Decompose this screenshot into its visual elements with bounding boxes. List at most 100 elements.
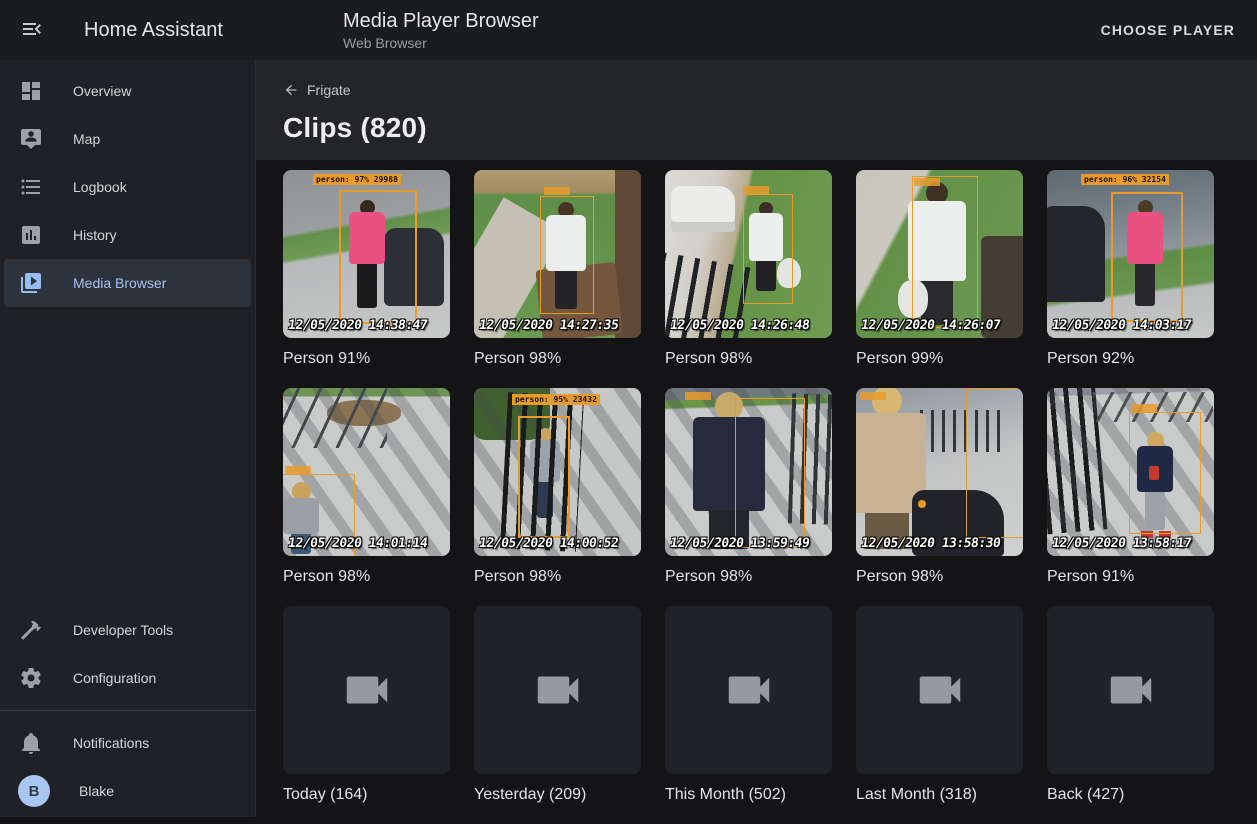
breadcrumb-label: Frigate — [307, 82, 351, 98]
clip-thumbnail[interactable]: 12/05/2020 14:01:14 — [283, 388, 450, 556]
clip-label: Person 98% — [474, 349, 641, 368]
clip-label: Person 91% — [1047, 567, 1214, 586]
detection-box — [339, 190, 417, 324]
clip-thumbnail[interactable]: 12/05/2020 14:27:35 — [474, 170, 641, 338]
sidebar-item-developer-tools[interactable]: Developer Tools — [4, 606, 251, 654]
dashboard-icon — [19, 79, 43, 103]
folder-card-yesterday[interactable]: Yesterday (209) — [474, 606, 641, 824]
page-title-block: Media Player Browser Web Browser — [343, 9, 539, 52]
clip-timestamp: 12/05/2020 14:01:14 — [287, 536, 428, 551]
clip-timestamp: 12/05/2020 13:58:17 — [1051, 536, 1192, 551]
clip-label: Person 98% — [283, 567, 450, 586]
detection-tag: person: 95% 23432 — [512, 394, 600, 405]
sidebar-spacer — [0, 307, 255, 606]
video-camera-icon — [340, 663, 394, 717]
detection-tag — [1131, 404, 1157, 412]
sidebar-item-label: Notifications — [73, 735, 149, 751]
menu-toggle-button[interactable] — [8, 6, 56, 54]
folder-card-today[interactable]: Today (164) — [283, 606, 450, 824]
sidebar-item-label: Logbook — [73, 179, 127, 195]
folder-thumbnail[interactable] — [283, 606, 450, 774]
clip-timestamp: 12/05/2020 14:00:52 — [478, 536, 619, 551]
clip-timestamp: 12/05/2020 13:59:49 — [669, 536, 810, 551]
sidebar-item-label: Developer Tools — [73, 622, 173, 638]
detection-box — [1129, 412, 1201, 534]
clip-label: Person 92% — [1047, 349, 1214, 368]
scene-prop — [671, 186, 735, 232]
detection-tag: person: 97% 29988 — [313, 174, 401, 185]
sidebar-item-label: Overview — [73, 83, 131, 99]
folder-label: This Month (502) — [665, 785, 832, 804]
clip-card[interactable]: 12/05/2020 14:26:07 Person 99% — [856, 170, 1023, 388]
detection-box — [966, 388, 1023, 538]
video-camera-icon — [913, 663, 967, 717]
clip-label: Person 99% — [856, 349, 1023, 368]
folder-label: Yesterday (209) — [474, 785, 641, 804]
sidebar-item-logbook[interactable]: Logbook — [4, 163, 251, 211]
folder-card-back[interactable]: Back (427) — [1047, 606, 1214, 824]
folder-thumbnail[interactable] — [665, 606, 832, 774]
clip-thumbnail[interactable]: person: 97% 29988 12/05/2020 14:38:47 — [283, 170, 450, 338]
choose-player-button[interactable]: CHOOSE PLAYER — [1093, 14, 1243, 46]
clip-card[interactable]: person: 97% 29988 12/05/2020 14:38:47 Pe… — [283, 170, 450, 388]
detection-box — [735, 398, 805, 548]
sidebar-item-configuration[interactable]: Configuration — [4, 654, 251, 702]
folder-label: Last Month (318) — [856, 785, 1023, 804]
clip-timestamp: 12/05/2020 14:26:07 — [860, 318, 1001, 333]
clip-card[interactable]: 12/05/2020 14:27:35 Person 98% — [474, 170, 641, 388]
clip-timestamp: 12/05/2020 14:03:17 — [1051, 318, 1192, 333]
clip-timestamp: 12/05/2020 14:26:48 — [669, 318, 810, 333]
video-camera-icon — [1104, 663, 1158, 717]
sidebar-item-map[interactable]: Map — [4, 115, 251, 163]
clip-card[interactable]: person: 96% 32154 12/05/2020 14:03:17 Pe… — [1047, 170, 1214, 388]
folder-thumbnail[interactable] — [856, 606, 1023, 774]
detection-box — [540, 196, 594, 314]
clip-card[interactable]: 12/05/2020 13:58:17 Person 91% — [1047, 388, 1214, 606]
detection-tag — [285, 466, 311, 474]
detection-box — [518, 416, 570, 538]
folder-card-last-month[interactable]: Last Month (318) — [856, 606, 1023, 824]
clip-label: Person 98% — [665, 567, 832, 586]
folder-thumbnail[interactable] — [474, 606, 641, 774]
sidebar-item-media-browser[interactable]: Media Browser — [4, 259, 251, 307]
detection-tag — [685, 392, 711, 400]
sidebar-item-profile[interactable]: B Blake — [4, 767, 251, 815]
breadcrumb-back[interactable]: Frigate — [283, 82, 351, 98]
clip-thumbnail[interactable]: 12/05/2020 13:59:49 — [665, 388, 832, 556]
sidebar-item-notifications[interactable]: Notifications — [4, 719, 251, 767]
sidebar-item-overview[interactable]: Overview — [4, 67, 251, 115]
page-title: Clips (820) — [283, 112, 1230, 144]
detection-box — [912, 176, 978, 328]
clip-card[interactable]: 12/05/2020 14:01:14 Person 98% — [283, 388, 450, 606]
clip-thumbnail[interactable]: 12/05/2020 13:58:30 — [856, 388, 1023, 556]
play-box-multiple-icon — [19, 271, 43, 295]
clip-thumbnail[interactable]: person: 95% 23432 12/05/2020 14:00:52 — [474, 388, 641, 556]
clip-card[interactable]: 12/05/2020 14:26:48 Person 98% — [665, 170, 832, 388]
media-browser-subtitle: Web Browser — [343, 34, 539, 52]
scene-prop — [1047, 206, 1105, 302]
clip-card[interactable]: 12/05/2020 13:59:49 Person 98% — [665, 388, 832, 606]
clip-card[interactable]: person: 95% 23432 12/05/2020 14:00:52 Pe… — [474, 388, 641, 606]
clip-thumbnail[interactable]: 12/05/2020 14:26:48 — [665, 170, 832, 338]
detection-tag: person: 96% 32154 — [1081, 174, 1169, 185]
clip-card[interactable]: 12/05/2020 13:58:30 Person 98% — [856, 388, 1023, 606]
account-location-icon — [19, 127, 43, 151]
clip-thumbnail[interactable]: 12/05/2020 14:26:07 — [856, 170, 1023, 338]
folder-card-this-month[interactable]: This Month (502) — [665, 606, 832, 824]
folder-label: Today (164) — [283, 785, 450, 804]
list-bulleted-icon — [19, 175, 43, 199]
clip-thumbnail[interactable]: 12/05/2020 13:58:17 — [1047, 388, 1214, 556]
clip-thumbnail[interactable]: person: 96% 32154 12/05/2020 14:03:17 — [1047, 170, 1214, 338]
content-header: Frigate Clips (820) — [256, 60, 1257, 160]
folder-thumbnail[interactable] — [1047, 606, 1214, 774]
chart-box-icon — [19, 223, 43, 247]
sidebar-item-history[interactable]: History — [4, 211, 251, 259]
folder-label: Back (427) — [1047, 785, 1214, 804]
clip-label: Person 98% — [665, 349, 832, 368]
sidebar-item-label: Media Browser — [73, 275, 166, 291]
video-camera-icon — [722, 663, 776, 717]
sidebar-item-label: Configuration — [73, 670, 156, 686]
scene-prop — [918, 500, 926, 508]
clip-timestamp: 12/05/2020 13:58:30 — [860, 536, 1001, 551]
detection-box — [743, 194, 793, 304]
